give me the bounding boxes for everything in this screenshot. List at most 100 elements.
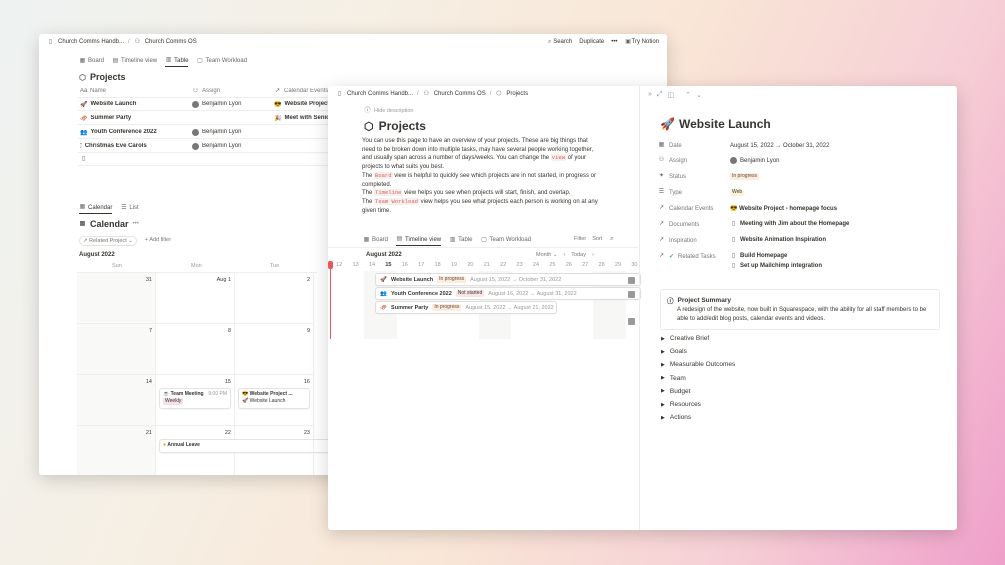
tab-board[interactable]: ▦ Board	[79, 56, 104, 67]
calendar-day[interactable]: 21	[77, 426, 156, 475]
breadcrumb-projects[interactable]: Projects	[506, 91, 528, 97]
property-row[interactable]: ↗ Inspiration ▯ Website Animation Inspirati…	[658, 233, 957, 248]
property-row[interactable]: ↗ Calendar Events 😎 Website Project - home…	[658, 201, 957, 216]
search-icon[interactable]: ⌕	[608, 236, 615, 243]
open-icon[interactable]	[628, 291, 635, 298]
timeline-day: 18	[434, 262, 441, 268]
triangle-icon[interactable]: ▶	[661, 415, 665, 421]
breadcrumb-os[interactable]: Church Comms OS	[145, 39, 197, 45]
triangle-icon[interactable]: ▶	[661, 388, 665, 394]
calendar-day[interactable]: 31	[77, 273, 156, 324]
collapse-icon[interactable]: »	[648, 91, 652, 99]
open-icon[interactable]	[628, 277, 635, 284]
breadcrumb-os[interactable]: Church Comms OS	[434, 91, 486, 97]
tab-timeline[interactable]: ▤ Timeline view	[112, 56, 157, 67]
hide-description-button[interactable]: ⓘ Hide description	[364, 108, 413, 115]
page-title: ⬡ Projects	[364, 119, 426, 133]
calendar-day[interactable]: 16 😎 Website Project ... 🚀 Website Launch	[235, 375, 314, 426]
next-icon[interactable]: ›	[592, 252, 594, 258]
tab-calendar[interactable]: ▦ Calendar	[79, 202, 113, 214]
try-notion-button[interactable]: ▣Try Notion	[625, 39, 659, 46]
today-button[interactable]: Today	[571, 252, 586, 258]
page-description: You can use this page to have an overvie…	[362, 138, 598, 214]
event-website-project[interactable]: 😎 Website Project ... 🚀 Website Launch	[239, 389, 309, 408]
calendar-day[interactable]: 2	[235, 273, 314, 324]
property-key: Documents	[669, 221, 700, 228]
property-row[interactable]: ▦ Date August 15, 2022 → October 31, 2022	[658, 138, 957, 153]
up-icon[interactable]: ⌃	[685, 91, 691, 99]
add-filter-button[interactable]: + Add filter	[145, 236, 171, 246]
day-number: 9	[306, 328, 310, 334]
calendar-day[interactable]: 22 ● Annual Leave	[156, 426, 384, 475]
toggle-block[interactable]: ▶ Actions	[661, 414, 691, 421]
bar-icon: 🚀	[380, 276, 388, 283]
triangle-icon[interactable]: ▶	[661, 336, 665, 342]
property-row[interactable]: ↗ Documents ▯ Meeting with Jim about the Ho…	[658, 217, 957, 232]
triangle-icon[interactable]: ▶	[661, 362, 665, 368]
tab-list[interactable]: ☰ List	[120, 203, 139, 214]
toggle-block[interactable]: ▶ Team	[661, 375, 686, 382]
search-button[interactable]: ⌕ Search	[546, 39, 572, 46]
open-icon[interactable]	[628, 318, 635, 325]
related-project-filter[interactable]: ↗ Related Project ⌄	[79, 236, 137, 246]
tab-team-workload[interactable]: ▢ Team Workload	[480, 235, 531, 246]
board-icon: ▦	[79, 57, 86, 64]
toggle-block[interactable]: ▶ Resources	[661, 401, 701, 408]
toggle-block[interactable]: ▶ Budget	[661, 388, 690, 395]
timeline-bar[interactable]: 🛷 Summer Party In progress August 15, 2022 …	[376, 302, 557, 313]
down-icon[interactable]: ⌄	[696, 91, 702, 99]
day-number: 23	[303, 430, 310, 436]
toggle-block[interactable]: ▶ Creative Brief	[661, 335, 709, 342]
peek-controls: » ⤢ ◫ ⌃ ⌄	[648, 91, 702, 99]
property-row[interactable]: ⚇ Assign Benjamin Lyon	[658, 153, 957, 168]
toggle-label: Resources	[669, 401, 701, 408]
list-icon: ☰	[658, 189, 665, 195]
person-icon: ⚇	[134, 38, 140, 45]
expand-icon[interactable]: ⤢	[657, 91, 663, 99]
calendar-day[interactable]: 15 ☕ Team Meeting 9:00 PM Weekly	[156, 375, 235, 426]
property-value: Build Homepage	[740, 253, 788, 259]
triangle-icon[interactable]: ▶	[661, 402, 665, 408]
calendar-day[interactable]: Aug 1	[156, 273, 235, 324]
breadcrumb-handbook[interactable]: Church Comms Handb...	[347, 91, 413, 97]
timeline-bar[interactable]: 🚀 Website Launch In progress August 15, 202…	[376, 274, 641, 285]
panel-icon[interactable]: ◫	[668, 91, 675, 99]
notion-icon: ▣	[625, 38, 631, 45]
duplicate-button[interactable]: Duplicate	[579, 39, 604, 45]
calendar-day[interactable]: 14	[77, 375, 156, 426]
timeline-day: 23	[516, 262, 523, 268]
month-select[interactable]: Month ⌄	[536, 252, 557, 258]
toggle-block[interactable]: ▶ Measurable Outcomes	[661, 361, 735, 368]
prev-icon[interactable]: ‹	[563, 252, 565, 258]
tab-table[interactable]: ▥ Table	[449, 235, 473, 246]
property-row[interactable]: ↗ ✔ Related Tasks ▯ Build Homepage ▯ Set up Ma…	[658, 249, 957, 275]
tab-board[interactable]: ▦ Board	[363, 235, 388, 246]
calendar-day[interactable]: 7	[77, 324, 156, 375]
timeline-bar[interactable]: 👥 Youth Conference 2022 Not started August …	[376, 288, 641, 299]
triangle-icon[interactable]: ▶	[661, 375, 665, 381]
property-row[interactable]: ☰ Type Web	[658, 185, 957, 200]
tab-team-workload[interactable]: ▢ Team Workload	[196, 56, 247, 67]
bar-icon: 👥	[380, 290, 388, 297]
event-team-meeting[interactable]: ☕ Team Meeting 9:00 PM Weekly	[160, 389, 230, 408]
tab-timeline[interactable]: ▤ Timeline view	[396, 234, 442, 246]
tab-table[interactable]: ▥ Table	[165, 55, 189, 67]
sort-button[interactable]: Sort	[592, 236, 602, 243]
row-assign: Benjamin Lyon	[202, 101, 242, 107]
calendar-day[interactable]: 9	[235, 324, 314, 375]
calendar-tabs: ▦ Calendar ☰ List	[79, 202, 139, 214]
status-badge: In progress	[432, 304, 462, 311]
property-row[interactable]: ✦ Status In progress	[658, 169, 957, 184]
bar-name: Summer Party	[391, 304, 429, 311]
breadcrumb-handbook[interactable]: Church Comms Handb...	[58, 39, 124, 45]
day-number: 7	[148, 328, 152, 334]
calendar-day[interactable]: 23	[235, 426, 314, 475]
filter-button[interactable]: Filter	[574, 236, 586, 243]
calendar-more[interactable]: •••	[133, 221, 139, 227]
property-key: Calendar Events	[669, 205, 714, 212]
more-button[interactable]: •••	[611, 39, 617, 45]
triangle-icon[interactable]: ▶	[661, 349, 665, 355]
property-key: Related Tasks	[678, 253, 716, 260]
toggle-block[interactable]: ▶ Goals	[661, 348, 687, 355]
calendar-day[interactable]: 8	[156, 324, 235, 375]
